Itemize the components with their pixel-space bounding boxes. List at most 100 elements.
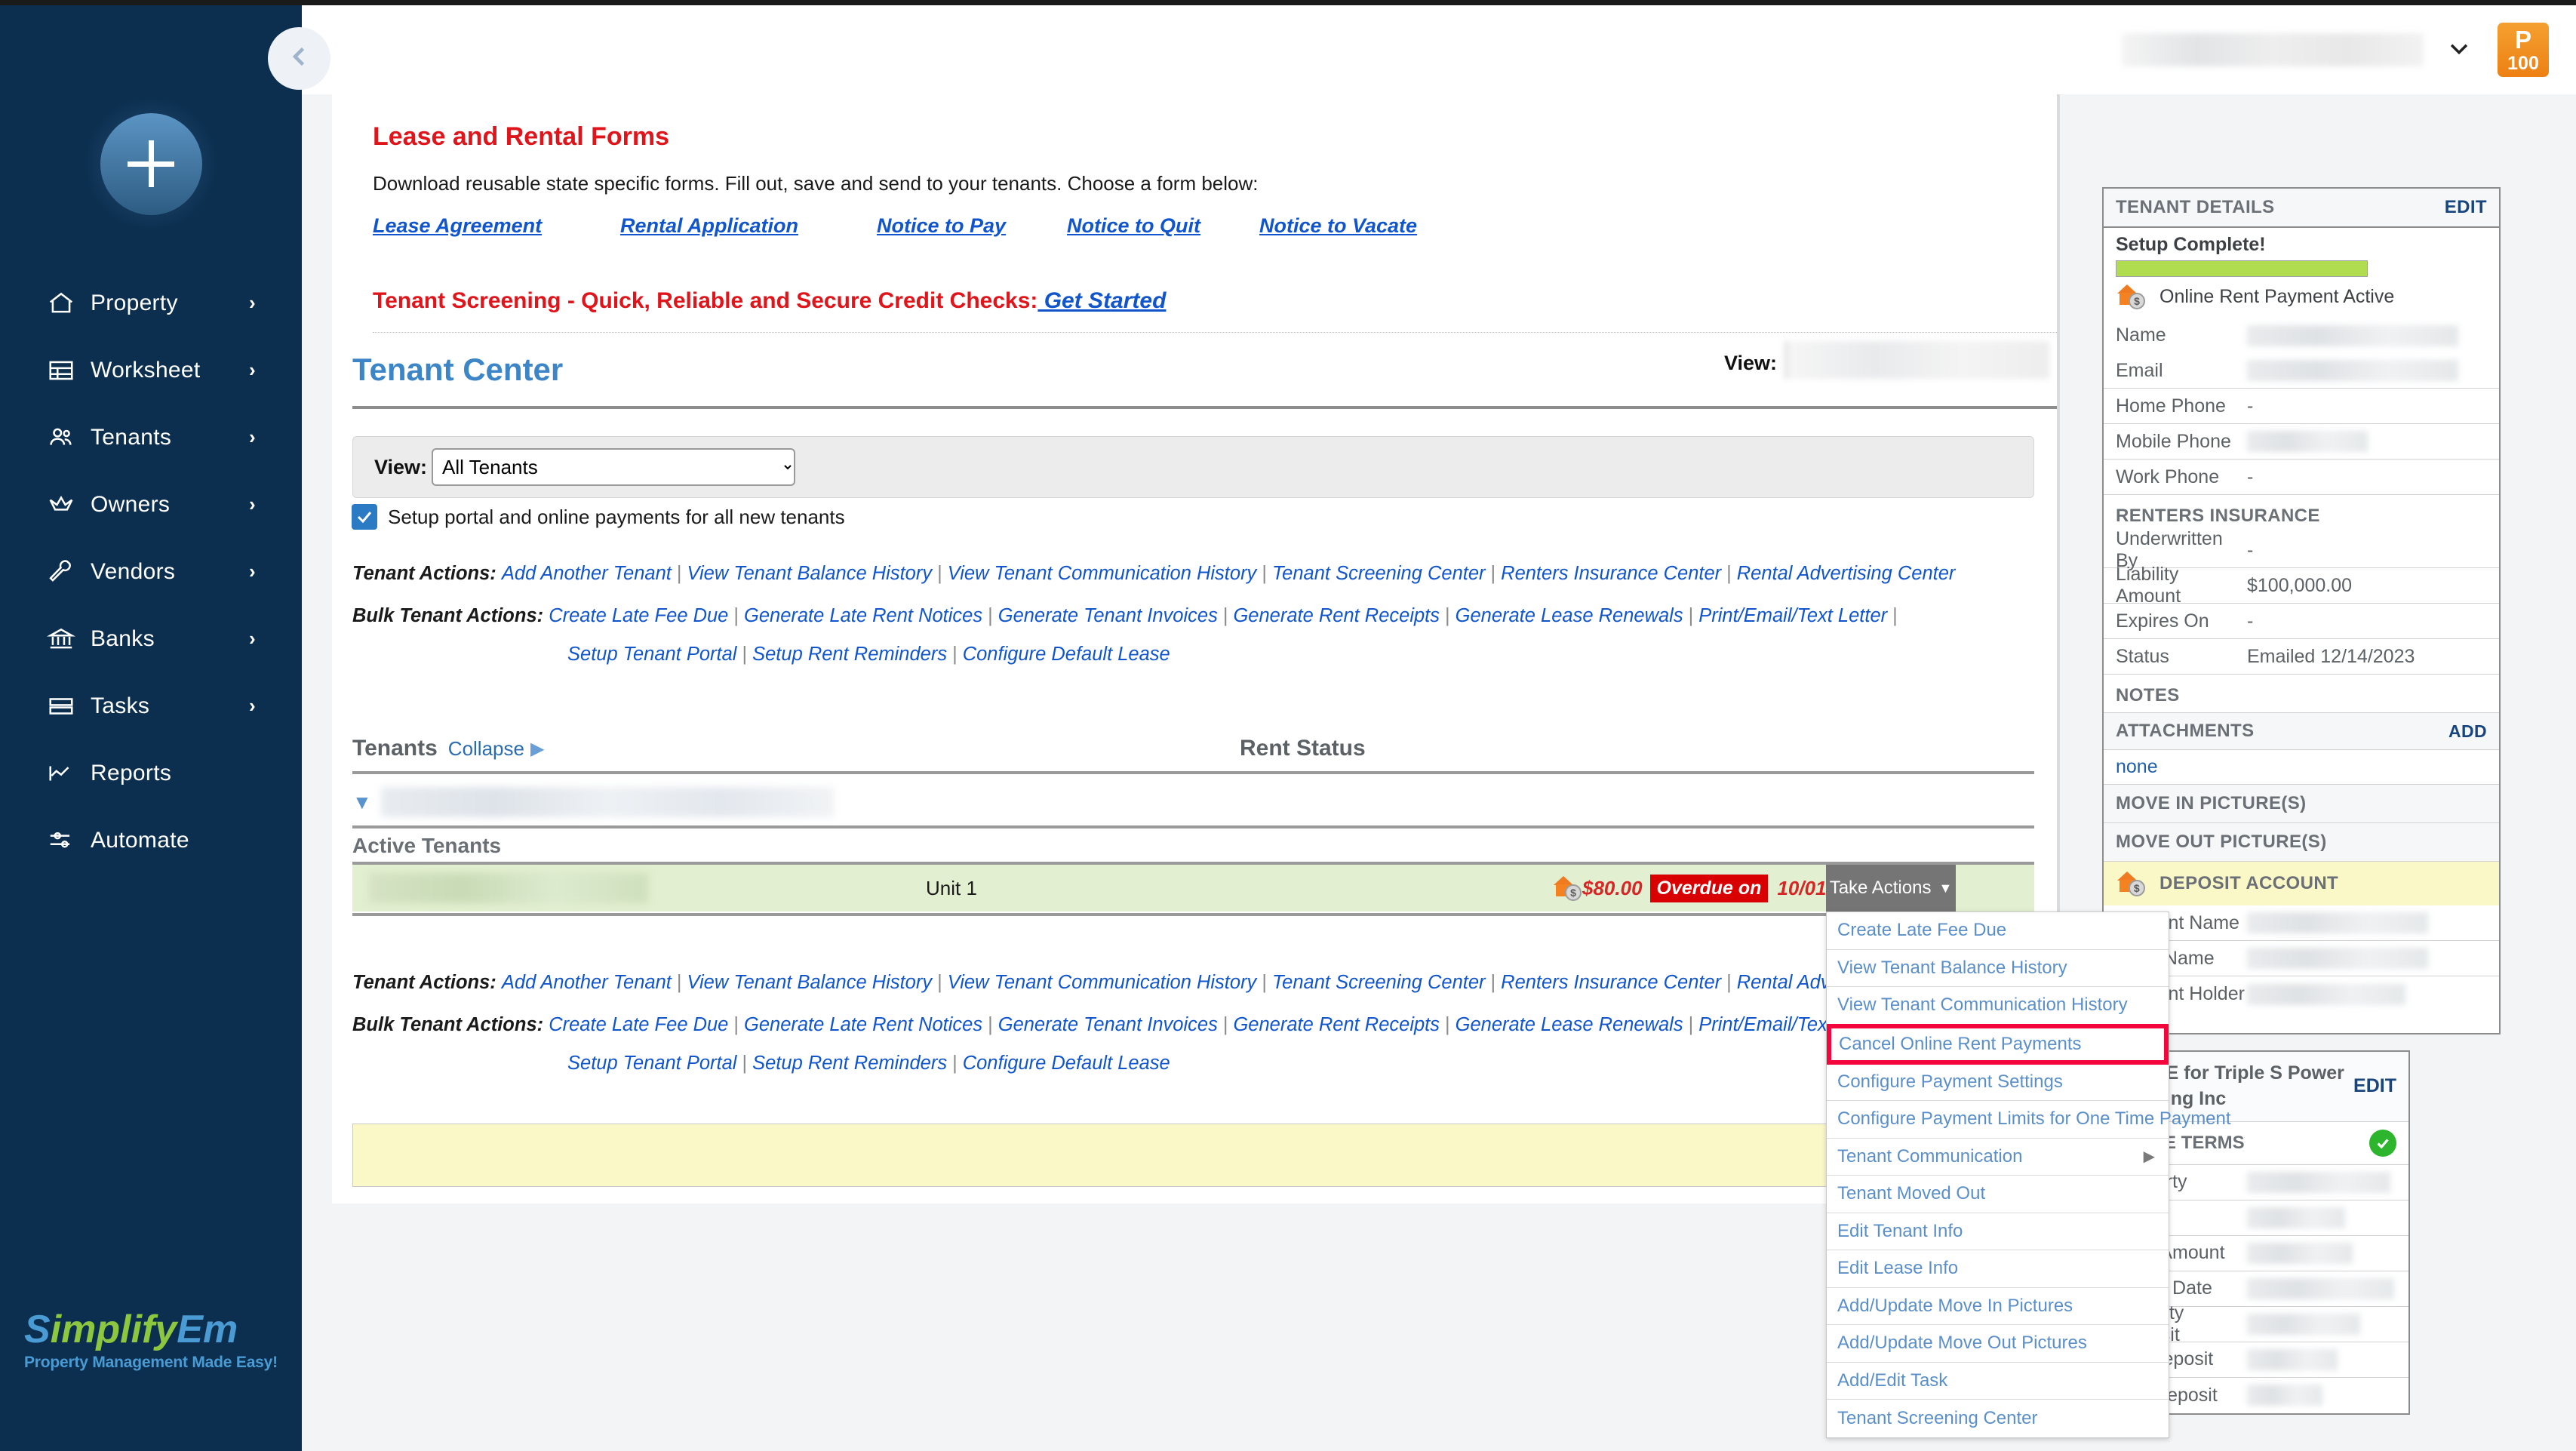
- sidebar-item-property[interactable]: Property ›: [0, 269, 302, 337]
- simplifyem-logo: SimplifyEm Property Management Made Easy…: [24, 1310, 281, 1372]
- action-rental-advertising-center[interactable]: Rental Advertising Center: [1737, 563, 1956, 584]
- bulk-setup-rent-reminders[interactable]: Setup Rent Reminders: [752, 1053, 947, 1074]
- sidebar-item-tasks[interactable]: Tasks ›: [0, 672, 302, 739]
- bulk-generate-lease-renewals[interactable]: Generate Lease Renewals: [1456, 1014, 1683, 1035]
- bulk-generate-lease-renewals[interactable]: Generate Lease Renewals: [1456, 605, 1683, 626]
- bulk-setup-tenant-portal[interactable]: Setup Tenant Portal: [567, 1053, 736, 1074]
- link-notice-to-quit[interactable]: Notice to Quit: [1067, 214, 1200, 238]
- field-key: Expires On: [2116, 610, 2247, 632]
- tenant-details-edit-button[interactable]: EDIT: [2445, 197, 2487, 218]
- attachments-add-button[interactable]: ADD: [2448, 721, 2487, 742]
- menu-item-add-update-move-out-pictures[interactable]: Add/Update Move Out Pictures: [1827, 1325, 2169, 1363]
- tenant-details-panel: TENANT DETAILS EDIT Setup Complete! $ On…: [2102, 187, 2501, 1034]
- menu-item-view-tenant-balance-history[interactable]: View Tenant Balance History: [1827, 950, 2169, 988]
- chevron-down-icon[interactable]: [2446, 35, 2472, 65]
- menu-item-create-late-fee-due[interactable]: Create Late Fee Due: [1827, 912, 2169, 950]
- action-view-tenant-balance-history[interactable]: View Tenant Balance History: [687, 972, 932, 993]
- account-email-redacted[interactable]: [2122, 33, 2424, 66]
- sidebar-collapse-button[interactable]: [268, 27, 330, 90]
- menu-item-tenant-moved-out[interactable]: Tenant Moved Out: [1827, 1176, 2169, 1213]
- menu-item-tenant-communication[interactable]: Tenant Communication ▶: [1827, 1139, 2169, 1176]
- sidebar-item-tenants[interactable]: Tenants ›: [0, 404, 302, 471]
- deposit-account-heading: DEPOSIT ACCOUNT: [2159, 873, 2338, 894]
- menu-item-view-tenant-communication-history[interactable]: View Tenant Communication History: [1827, 987, 2169, 1025]
- chevron-right-icon: ›: [249, 358, 302, 382]
- col-header-tenants: Tenants: [352, 736, 438, 761]
- sidebar-item-banks[interactable]: Banks ›: [0, 605, 302, 672]
- menu-item-edit-tenant-info[interactable]: Edit Tenant Info: [1827, 1213, 2169, 1251]
- action-renters-insurance-center[interactable]: Renters Insurance Center: [1501, 972, 1721, 993]
- bulk-generate-rent-receipts[interactable]: Generate Rent Receipts: [1233, 605, 1440, 626]
- bulk-generate-rent-receipts[interactable]: Generate Rent Receipts: [1233, 1014, 1440, 1035]
- action-tenant-screening-center[interactable]: Tenant Screening Center: [1272, 972, 1486, 993]
- bulk-generate-late-rent-notices[interactable]: Generate Late Rent Notices: [744, 605, 982, 626]
- bulk-create-late-fee-due[interactable]: Create Late Fee Due: [549, 1014, 728, 1035]
- separator: |: [1683, 605, 1699, 626]
- triangle-down-icon[interactable]: ▼: [352, 791, 372, 814]
- action-view-tenant-communication-history[interactable]: View Tenant Communication History: [948, 563, 1257, 584]
- menu-item-tenant-screening-center[interactable]: Tenant Screening Center: [1827, 1400, 2169, 1437]
- tenant-screening-banner: Tenant Screening - Quick, Reliable and S…: [373, 288, 1166, 314]
- action-view-tenant-balance-history[interactable]: View Tenant Balance History: [687, 563, 932, 584]
- crown-icon: [47, 490, 91, 519]
- sidebar-item-label: Vendors: [91, 559, 249, 585]
- sidebar-item-owners[interactable]: Owners ›: [0, 471, 302, 538]
- sidebar-item-label: Automate: [91, 828, 249, 853]
- sidebar-item-worksheet[interactable]: Worksheet ›: [0, 337, 302, 404]
- attachments-value[interactable]: none: [2104, 750, 2499, 784]
- lease-panel-edit-button[interactable]: EDIT: [2353, 1074, 2396, 1099]
- sidebar-item-reports[interactable]: Reports: [0, 739, 302, 807]
- link-notice-to-vacate[interactable]: Notice to Vacate: [1259, 214, 1417, 238]
- menu-item-add-update-move-in-pictures[interactable]: Add/Update Move In Pictures: [1827, 1288, 2169, 1326]
- menu-item-configure-payment-settings[interactable]: Configure Payment Settings: [1827, 1064, 2169, 1102]
- sidebar-item-automate[interactable]: Automate: [0, 807, 302, 874]
- collapse-toggle[interactable]: Collapse: [448, 737, 524, 761]
- action-add-another-tenant[interactable]: Add Another Tenant: [502, 972, 672, 993]
- link-get-started[interactable]: Get Started: [1037, 288, 1166, 313]
- field-row-home-phone: Home Phone -: [2104, 389, 2499, 424]
- house-coin-icon: $: [2116, 283, 2146, 310]
- menu-item-label: Edit Tenant Info: [1837, 1221, 1963, 1242]
- top-view-select-redacted[interactable]: [1785, 341, 2049, 379]
- link-notice-to-pay[interactable]: Notice to Pay: [877, 214, 1006, 238]
- link-lease-agreement[interactable]: Lease Agreement: [373, 214, 542, 238]
- bulk-generate-tenant-invoices[interactable]: Generate Tenant Invoices: [998, 605, 1218, 626]
- menu-item-label: Create Late Fee Due: [1837, 920, 2006, 941]
- field-value: -: [2247, 395, 2253, 417]
- chevron-right-icon: ›: [249, 291, 302, 315]
- plus-icon[interactable]: [100, 113, 202, 215]
- action-view-tenant-communication-history[interactable]: View Tenant Communication History: [948, 972, 1257, 993]
- separator: |: [932, 972, 948, 993]
- add-new-button[interactable]: [83, 96, 219, 232]
- property-group-row[interactable]: ▼: [352, 779, 2034, 825]
- bulk-print-email-text-letter[interactable]: Print/Email/Text Letter: [1698, 605, 1887, 626]
- view-select[interactable]: All Tenants: [432, 448, 795, 486]
- take-actions-button[interactable]: Take Actions ▼: [1826, 865, 1956, 911]
- triangle-right-icon[interactable]: ▶: [530, 738, 544, 760]
- action-tenant-screening-center[interactable]: Tenant Screening Center: [1272, 563, 1486, 584]
- setup-portal-checkbox[interactable]: [352, 504, 377, 530]
- table-row[interactable]: Unit 1 $ $80.00 Overdue on 10/01/2024: [352, 865, 2034, 911]
- menu-item-edit-lease-info[interactable]: Edit Lease Info: [1827, 1250, 2169, 1288]
- menu-item-configure-payment-limits[interactable]: Configure Payment Limits for One Time Pa…: [1827, 1101, 2169, 1139]
- bulk-generate-late-rent-notices[interactable]: Generate Late Rent Notices: [744, 1014, 982, 1035]
- action-add-another-tenant[interactable]: Add Another Tenant: [502, 563, 672, 584]
- bulk-create-late-fee-due[interactable]: Create Late Fee Due: [549, 605, 728, 626]
- menu-item-cancel-online-rent-payments[interactable]: Cancel Online Rent Payments: [1827, 1024, 2169, 1065]
- setup-portal-checkbox-row[interactable]: Setup portal and online payments for all…: [352, 504, 845, 530]
- menu-item-add-edit-task[interactable]: Add/Edit Task: [1827, 1363, 2169, 1400]
- link-rental-application[interactable]: Rental Application: [620, 214, 798, 238]
- separator: |: [736, 1053, 752, 1074]
- bulk-configure-default-lease[interactable]: Configure Default Lease: [963, 1053, 1170, 1074]
- plan-badge[interactable]: P 100: [2498, 23, 2549, 77]
- bulk-configure-default-lease[interactable]: Configure Default Lease: [963, 644, 1170, 665]
- bulk-setup-tenant-portal[interactable]: Setup Tenant Portal: [567, 644, 736, 665]
- sliders-icon: [47, 826, 91, 855]
- field-row-mobile-phone: Mobile Phone: [2104, 424, 2499, 460]
- bulk-generate-tenant-invoices[interactable]: Generate Tenant Invoices: [998, 1014, 1218, 1035]
- sidebar-item-vendors[interactable]: Vendors ›: [0, 538, 302, 605]
- bulk-setup-rent-reminders[interactable]: Setup Rent Reminders: [752, 644, 947, 665]
- house-coin-icon: $: [2116, 870, 2146, 897]
- field-value-redacted: [2247, 431, 2368, 452]
- action-renters-insurance-center[interactable]: Renters Insurance Center: [1501, 563, 1721, 584]
